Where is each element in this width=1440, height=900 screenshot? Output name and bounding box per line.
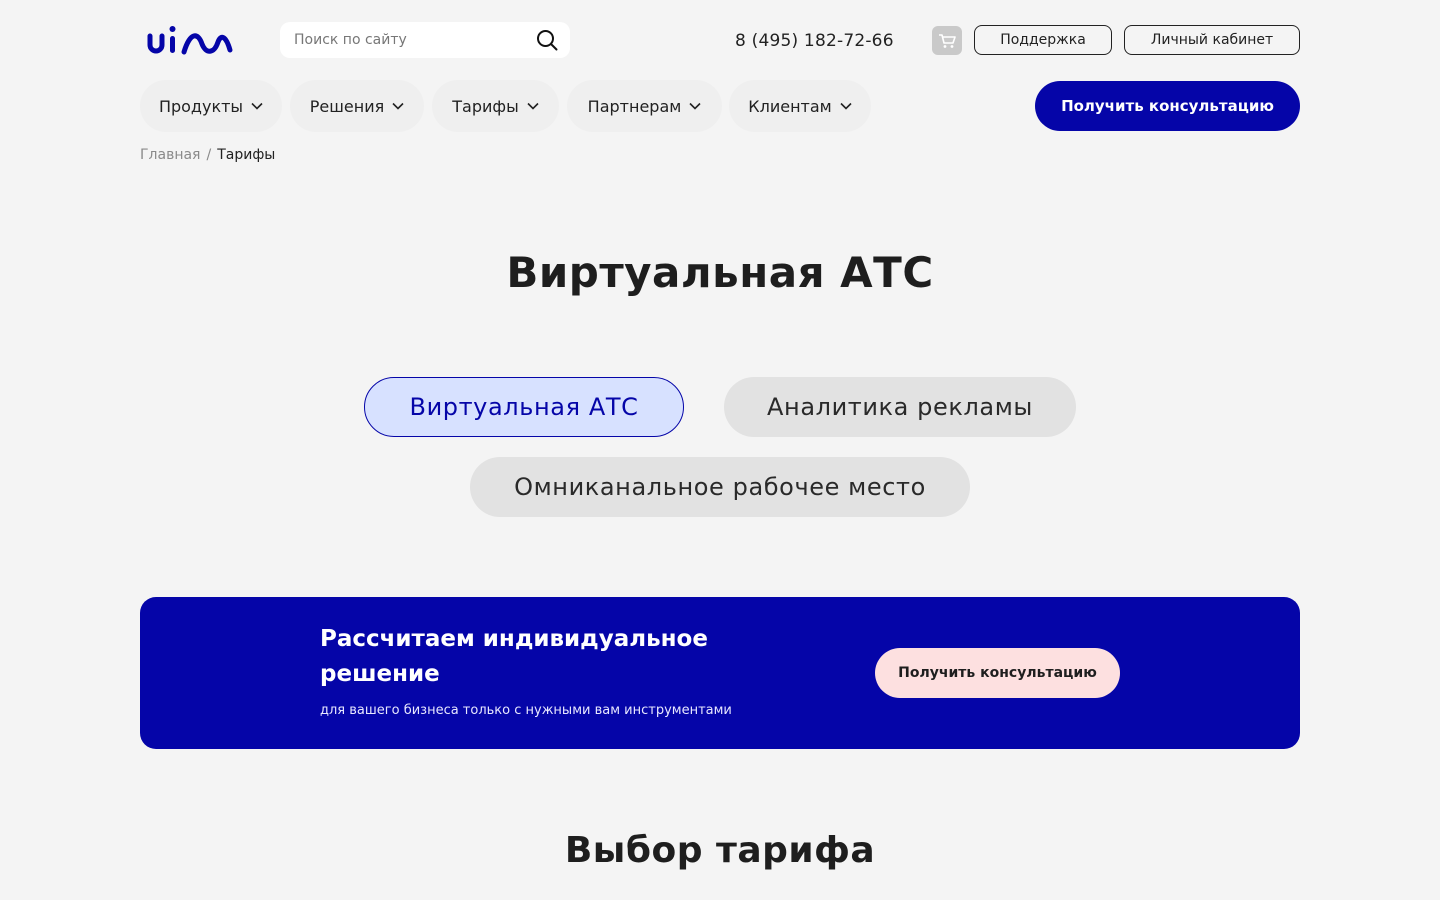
nav-item-clients[interactable]: Клиентам	[729, 80, 871, 132]
nav-item-label: Решения	[309, 96, 385, 116]
breadcrumb-separator: /	[206, 147, 212, 163]
search-box[interactable]	[280, 22, 570, 58]
nav-item-products[interactable]: Продукты	[140, 80, 282, 132]
tab-omnichannel-workplace[interactable]: Омниканальное рабочее место	[470, 457, 970, 517]
nav-item-label: Партнерам	[587, 96, 682, 116]
consultation-banner: Рассчитаем индивидуальное решение для ва…	[140, 597, 1300, 749]
phone-number[interactable]: 8 (495) 182-72-66	[735, 31, 894, 51]
breadcrumb: Главная / Тарифы	[140, 147, 275, 163]
chevron-down-icon	[527, 102, 539, 110]
tariff-section-title: Выбор тарифа	[564, 830, 876, 871]
chevron-down-icon	[840, 102, 852, 110]
support-button[interactable]: Поддержка	[974, 25, 1112, 55]
nav-item-label: Тарифы	[452, 96, 519, 116]
cart-button[interactable]	[932, 26, 962, 55]
search-icon[interactable]	[536, 29, 558, 51]
cart-icon	[939, 33, 956, 48]
tab-virtual-pbx[interactable]: Виртуальная АТС	[364, 377, 684, 437]
breadcrumb-current: Тарифы	[217, 147, 276, 163]
nav-item-solutions[interactable]: Решения	[290, 80, 424, 132]
nav-item-label: Клиентам	[748, 96, 832, 116]
nav-item-partners[interactable]: Партнерам	[567, 80, 722, 132]
chevron-down-icon	[251, 102, 263, 110]
get-consultation-button[interactable]: Получить консультацию	[1035, 81, 1300, 131]
search-input[interactable]	[294, 32, 514, 48]
nav-item-tariffs[interactable]: Тарифы	[432, 80, 559, 132]
banner-subtitle: для вашего бизнеса только с нужными вам …	[320, 703, 732, 718]
chevron-down-icon	[689, 102, 701, 110]
tab-ad-analytics[interactable]: Аналитика рекламы	[724, 377, 1076, 437]
chevron-down-icon	[392, 102, 404, 110]
nav-item-label: Продукты	[158, 96, 244, 116]
banner-title: Рассчитаем индивидуальное решение	[320, 626, 708, 687]
banner-consultation-button[interactable]: Получить консультацию	[875, 648, 1120, 698]
breadcrumb-home-link[interactable]: Главная	[140, 147, 200, 163]
logo[interactable]	[146, 24, 234, 56]
cabinet-button[interactable]: Личный кабинет	[1124, 25, 1300, 55]
page-title: Виртуальная АТС	[506, 248, 934, 297]
